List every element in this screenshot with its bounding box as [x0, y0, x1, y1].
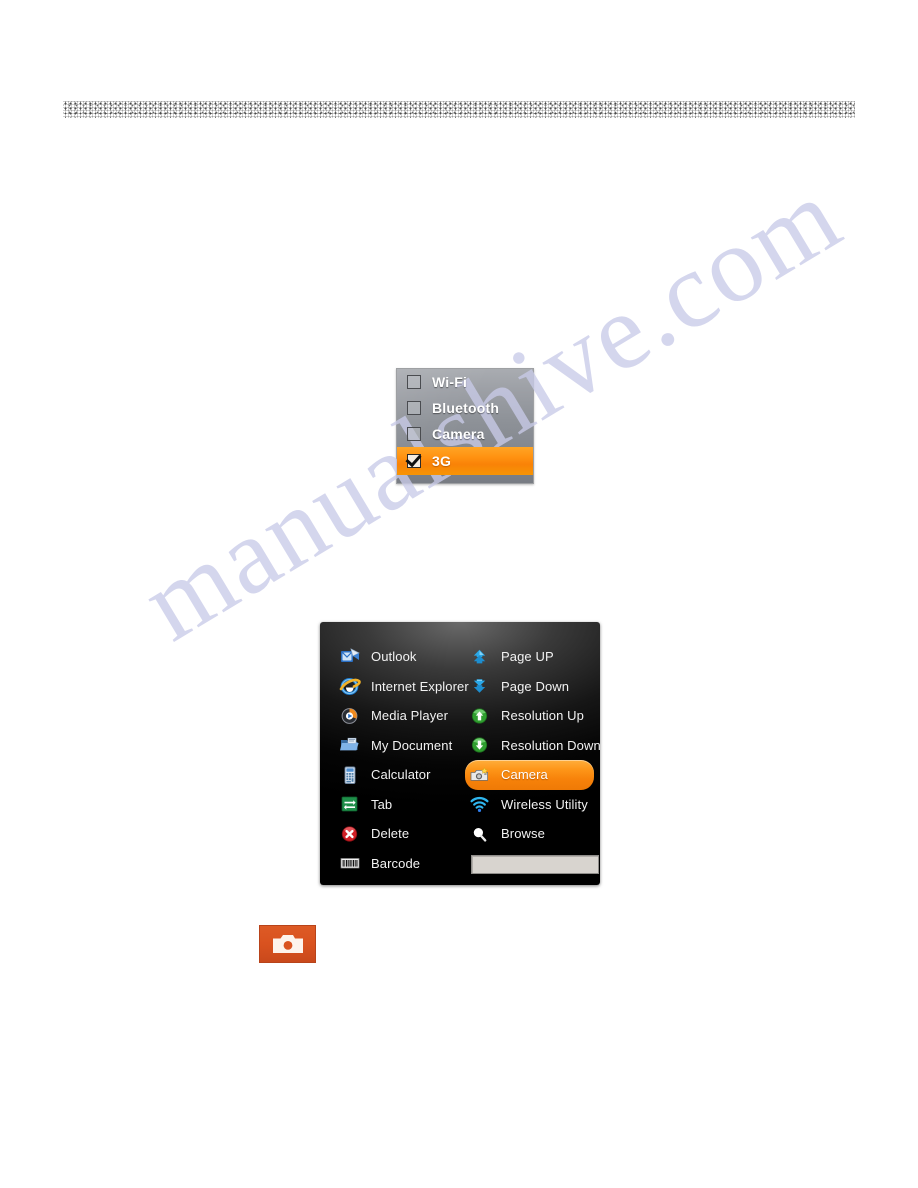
checkbox-wifi[interactable] — [407, 375, 421, 389]
radio-toggle-panel[interactable]: Wi-Fi Bluetooth Camera 3G — [396, 368, 534, 484]
barcode-icon — [339, 853, 361, 873]
menu-label-browse: Browse — [501, 826, 545, 842]
toggle-label-camera: Camera — [432, 426, 485, 442]
toggle-row-3g[interactable]: 3G — [397, 447, 533, 475]
resolution-up-icon — [469, 706, 491, 726]
toggle-label-bluetooth: Bluetooth — [432, 400, 500, 416]
menu-label-my-document: My Document — [371, 737, 453, 753]
browse-magnifier-icon — [469, 824, 491, 844]
menu-item-my-document[interactable]: My Document — [333, 731, 460, 761]
menu-item-internet-explorer[interactable]: Internet Explorer — [333, 672, 469, 702]
my-document-icon — [339, 735, 361, 755]
menu-item-tab[interactable]: Tab — [333, 790, 460, 820]
menu-item-outlook[interactable]: Outlook — [333, 642, 460, 672]
page-up-icon — [469, 647, 491, 667]
calculator-icon — [339, 765, 361, 785]
menu-label-barcode: Barcode — [371, 855, 421, 871]
menu-item-resolution-down[interactable]: Resolution Down — [463, 731, 600, 761]
delete-icon — [339, 824, 361, 844]
menu-item-textfield-row — [463, 849, 600, 879]
menu-label-page-up: Page UP — [501, 649, 554, 665]
wireless-utility-icon — [469, 794, 491, 814]
checkbox-camera[interactable] — [407, 427, 421, 441]
menu-item-delete[interactable]: Delete — [333, 819, 460, 849]
camera-icon — [469, 765, 491, 785]
menu-label-page-down: Page Down — [501, 678, 570, 694]
toggle-row-wifi[interactable]: Wi-Fi — [397, 369, 533, 395]
page-down-icon — [469, 676, 491, 696]
menu-label-resolution-down: Resolution Down — [501, 737, 600, 753]
menu-label-camera: Camera — [501, 767, 548, 783]
menu-item-barcode[interactable]: Barcode — [333, 849, 460, 879]
menu-item-resolution-up[interactable]: Resolution Up — [463, 701, 600, 731]
menu-item-page-up[interactable]: Page UP — [463, 642, 600, 672]
tab-icon — [339, 794, 361, 814]
menu-label-calculator: Calculator — [371, 767, 431, 783]
watermark: manualshive.com — [0, 0, 918, 1188]
menu-item-browse[interactable]: Browse — [463, 819, 600, 849]
outlook-icon — [339, 647, 361, 667]
quick-launch-menu[interactable]: Outlook Internet Explorer Media Player M… — [320, 622, 600, 885]
toggle-label-3g: 3G — [432, 453, 452, 469]
camera-toolbar-button[interactable] — [259, 925, 316, 963]
menu-label-outlook: Outlook — [371, 649, 417, 665]
menu-label-delete: Delete — [371, 826, 410, 842]
menu-label-internet-explorer: Internet Explorer — [371, 678, 469, 694]
document-page: Wi-Fi Bluetooth Camera 3G Outlook Intern… — [0, 0, 918, 1188]
menu-item-camera[interactable]: Camera — [465, 760, 594, 790]
toggle-row-camera[interactable]: Camera — [397, 421, 533, 447]
launcher-left-column: Outlook Internet Explorer Media Player M… — [320, 622, 469, 885]
menu-label-resolution-up: Resolution Up — [501, 708, 584, 724]
menu-label-wireless-utility: Wireless Utility — [501, 796, 588, 812]
launcher-text-input[interactable] — [471, 855, 599, 875]
launcher-right-column: Page UP Page Down Resolution Up Resoluti… — [460, 622, 600, 885]
checkbox-bluetooth[interactable] — [407, 401, 421, 415]
redacted-text-bar — [63, 101, 855, 118]
checkbox-3g[interactable] — [407, 454, 421, 468]
media-player-icon — [339, 706, 361, 726]
menu-label-media-player: Media Player — [371, 708, 449, 724]
internet-explorer-icon — [339, 676, 361, 696]
toggle-row-bluetooth[interactable]: Bluetooth — [397, 395, 533, 421]
menu-label-tab: Tab — [371, 796, 393, 812]
menu-item-calculator[interactable]: Calculator — [333, 760, 460, 790]
menu-item-page-down[interactable]: Page Down — [463, 672, 600, 702]
menu-item-wireless-utility[interactable]: Wireless Utility — [463, 790, 600, 820]
toggle-label-wifi: Wi-Fi — [432, 374, 468, 390]
resolution-down-icon — [469, 735, 491, 755]
menu-item-media-player[interactable]: Media Player — [333, 701, 460, 731]
camera-icon — [271, 932, 305, 956]
